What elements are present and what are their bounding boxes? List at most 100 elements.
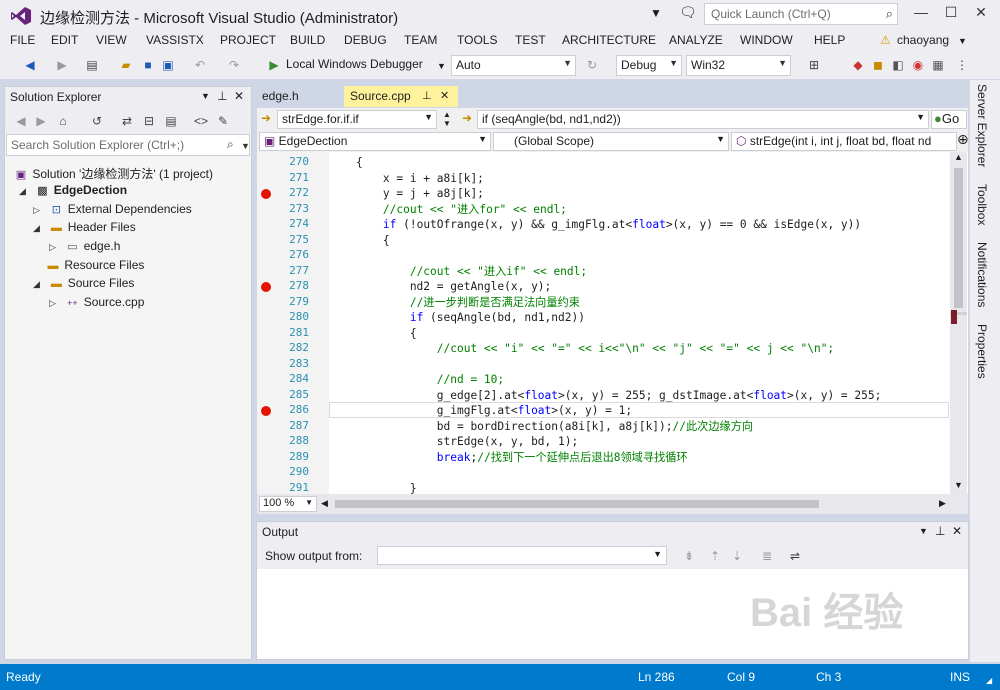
quick-launch-input[interactable]: Quick Launch (Ctrl+Q) ⌕ xyxy=(704,3,898,25)
code-line[interactable]: y = j + a8j[k]; xyxy=(329,186,484,201)
tool-d-icon[interactable]: ◉ xyxy=(910,57,926,73)
output-source-combo[interactable]: ▼ xyxy=(377,546,667,565)
scroll-left-icon[interactable]: ◀ xyxy=(321,498,328,509)
scroll-down-icon[interactable]: ▼ xyxy=(954,480,963,490)
scroll-up-icon[interactable]: ▲ xyxy=(954,152,963,162)
code-line[interactable]: nd2 = getAngle(x, y); xyxy=(329,279,551,294)
global-scope-combo[interactable]: (Global Scope) ▼ xyxy=(493,132,729,151)
save-icon[interactable]: ■ xyxy=(140,57,156,73)
menu-project[interactable]: PROJECT xyxy=(220,33,276,47)
split-window-icon[interactable]: ⊕ xyxy=(957,131,969,148)
code-line[interactable]: //进一步判断是否满足法向量约束 xyxy=(329,295,580,310)
menu-team[interactable]: TEAM xyxy=(404,33,437,47)
menu-tools[interactable]: TOOLS xyxy=(457,33,497,47)
pin-icon[interactable]: ⊥ xyxy=(217,89,227,103)
new-project-icon[interactable]: ▤ xyxy=(84,57,100,73)
tab-edge-h[interactable]: edge.h xyxy=(256,86,342,107)
show-all-files-icon[interactable]: ▤ xyxy=(163,113,179,129)
expanded-triangle-icon[interactable]: ◢ xyxy=(33,279,45,290)
close-panel-icon[interactable]: ✕ xyxy=(234,89,244,103)
scroll-right-icon[interactable]: ▶ xyxy=(939,498,946,509)
code-line[interactable]: strEdge(x, y, bd, 1); xyxy=(329,434,578,449)
close-panel-icon[interactable]: ✕ xyxy=(952,524,962,538)
toolbar-overflow-icon[interactable]: ⋮ xyxy=(954,57,970,73)
back-icon[interactable]: ◀ xyxy=(22,57,38,73)
menu-test[interactable]: TEST xyxy=(515,33,546,47)
tool-e-icon[interactable]: ▦ xyxy=(930,57,946,73)
clear-all-icon[interactable]: ≣ xyxy=(759,548,775,564)
code-line[interactable]: //cout << "i" << "=" << i<<"\n" << "j" <… xyxy=(329,341,834,356)
menu-analyze[interactable]: ANALYZE xyxy=(669,33,723,47)
expanded-triangle-icon[interactable]: ◢ xyxy=(33,223,45,234)
code-line[interactable]: //cout << "进入for" << endl; xyxy=(329,202,567,217)
tree-project[interactable]: ◢ ▩ EdgeDection xyxy=(19,183,127,197)
code-line[interactable]: //cout << "进入if" << endl; xyxy=(329,264,587,279)
start-debugging-icon[interactable]: ▶ xyxy=(266,57,282,73)
debugger-dropdown-icon[interactable]: ▼ xyxy=(437,61,446,71)
zoom-combo[interactable]: 100 % ▼ xyxy=(259,496,317,512)
collapsed-triangle-icon[interactable]: ▷ xyxy=(33,205,45,216)
close-tab-icon[interactable]: ✕ xyxy=(440,89,449,102)
tree-item-header-files[interactable]: ◢ ▬ Header Files xyxy=(33,220,136,234)
redo-icon[interactable]: ↷ xyxy=(226,57,242,73)
minimize-button[interactable]: — xyxy=(906,4,936,26)
collapse-all-icon[interactable]: ⊟ xyxy=(141,113,157,129)
filter-icon[interactable]: ▼ xyxy=(650,6,662,20)
panel-menu-icon[interactable]: ▼ xyxy=(919,526,928,536)
horizontal-scrollbar-thumb[interactable] xyxy=(335,500,819,508)
function-nav-combo[interactable]: ⬡ strEdge(int i, int j, float bd, float … xyxy=(731,132,957,151)
panel-menu-icon[interactable]: ▼ xyxy=(201,91,210,101)
next-message-icon[interactable]: ⇣ xyxy=(729,548,745,564)
tool-a-icon[interactable]: ◆ xyxy=(850,57,866,73)
scope-nav-combo[interactable]: strEdge.for.if.if ▼ xyxy=(277,110,437,129)
open-file-icon[interactable]: ▰ xyxy=(118,57,134,73)
forward-icon[interactable]: ▶ xyxy=(33,113,49,129)
menu-vassistx[interactable]: VASSISTX xyxy=(146,33,204,47)
menu-help[interactable]: HELP xyxy=(814,33,845,47)
tree-solution[interactable]: ▣ Solution '边缘检测方法' (1 project) xyxy=(13,165,213,182)
spin-icon[interactable]: ▲ ▼ xyxy=(443,110,451,128)
breakpoint-icon[interactable] xyxy=(261,189,271,199)
find-message-icon[interactable]: ⇟ xyxy=(681,548,697,564)
code-line[interactable]: if (!outOfrange(x, y) && g_imgFlg.at<flo… xyxy=(329,217,861,232)
project-nav-combo[interactable]: ▣ EdgeDection ▼ xyxy=(259,132,491,151)
word-wrap-icon[interactable]: ⇌ xyxy=(787,548,803,564)
collapsed-triangle-icon[interactable]: ▷ xyxy=(49,242,61,253)
forward-icon[interactable]: ▶ xyxy=(54,57,70,73)
tree-item-external-dependencies[interactable]: ▷ ⊡ External Dependencies xyxy=(33,202,192,216)
undo-icon[interactable]: ↶ xyxy=(192,57,208,73)
breakpoint-icon[interactable] xyxy=(261,406,271,416)
code-view-icon[interactable]: <> xyxy=(193,113,209,129)
pin-icon[interactable]: ⊥ xyxy=(422,89,432,102)
user-name[interactable]: chaoyang xyxy=(897,33,949,47)
code-line[interactable]: g_imgFlg.at<float>(x, y) = 1; xyxy=(329,403,632,418)
home-icon[interactable]: ⌂ xyxy=(55,113,71,129)
code-line[interactable]: bd = bordDirection(a8i[k], a8j[k]);//此次边… xyxy=(329,419,753,434)
breakpoint-icon[interactable] xyxy=(261,282,271,292)
solution-explorer-search-input[interactable]: Search Solution Explorer (Ctrl+;) ⌕ ▼ xyxy=(6,134,250,156)
go-button[interactable]: ●Go xyxy=(931,110,967,129)
code-area[interactable]: { x = i + a8i[k]; y = j + a8j[k]; //cout… xyxy=(329,152,949,495)
feedback-icon[interactable]: 🗨 xyxy=(679,4,697,21)
debugger-label[interactable]: Local Windows Debugger xyxy=(286,57,423,71)
resize-grip-icon[interactable]: ◢ xyxy=(986,676,992,685)
maximize-button[interactable]: ☐ xyxy=(936,4,966,26)
menu-architecture[interactable]: ARCHITECTURE xyxy=(562,33,656,47)
tree-item-resource-files[interactable]: ▬ Resource Files xyxy=(45,258,145,272)
properties-icon[interactable]: ✎ xyxy=(215,113,231,129)
find-icon[interactable]: ⊞ xyxy=(806,57,822,73)
build-config-combo[interactable]: Debug ▼ xyxy=(616,55,682,76)
save-all-icon[interactable]: ▣ xyxy=(160,57,176,73)
user-dropdown-icon[interactable]: ▼ xyxy=(958,36,967,46)
menu-debug[interactable]: DEBUG xyxy=(344,33,387,47)
code-line[interactable]: { xyxy=(329,326,417,341)
scrollbar-thumb[interactable] xyxy=(954,168,963,308)
tab-toolbox[interactable]: Toolbox xyxy=(975,184,989,225)
tab-properties[interactable]: Properties xyxy=(975,324,989,379)
menu-file[interactable]: FILE xyxy=(10,33,35,47)
tab-source-cpp[interactable]: Source.cpp ⊥ ✕ xyxy=(344,86,458,107)
close-button[interactable]: ✕ xyxy=(966,4,996,26)
code-line[interactable]: break;//找到下一个延伸点后退出8领域寻找循环 xyxy=(329,450,688,465)
menu-view[interactable]: VIEW xyxy=(96,33,127,47)
refresh-icon[interactable]: ↻ xyxy=(584,57,600,73)
